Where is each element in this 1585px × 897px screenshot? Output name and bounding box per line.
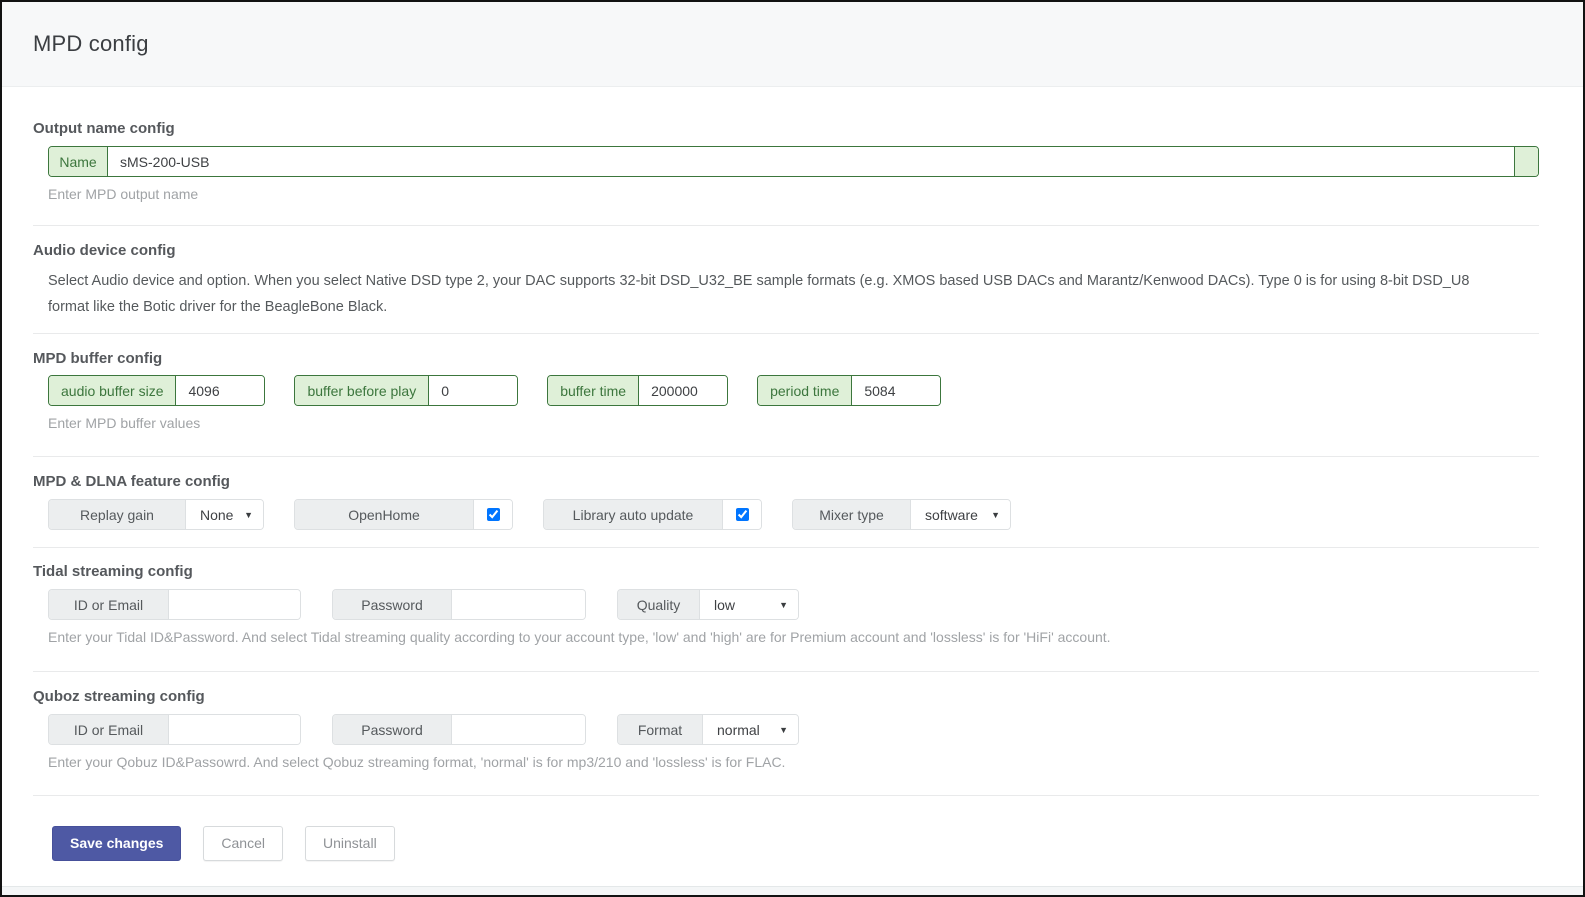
mixer-type-label: Mixer type [793,500,911,529]
cancel-button[interactable]: Cancel [203,826,283,861]
buffer-time-label: buffer time [548,376,639,405]
buffer-before-play-input[interactable] [429,376,517,405]
buffer-time-group: buffer time [547,375,728,406]
audio-buffer-size-label: audio buffer size [49,376,176,405]
qobuz-id-input[interactable] [169,715,300,744]
output-name-label: Name [49,147,108,176]
save-changes-button[interactable]: Save changes [52,826,181,861]
period-time-input[interactable] [852,376,940,405]
chevron-down-icon: ▼ [779,600,788,610]
qobuz-format-selected-value: normal [717,722,760,738]
mixer-type-selected-value: software [925,507,978,523]
tidal-id-label: ID or Email [49,590,169,619]
tidal-quality-select[interactable]: low ▼ [700,590,798,619]
replay-gain-group: Replay gain None ▼ [48,499,264,530]
section-output-name: Output name config Name Enter MPD output… [33,87,1539,225]
tidal-password-group: Password [332,589,586,620]
openhome-label: OpenHome [295,500,474,529]
qobuz-help: Enter your Qobuz ID&Passowrd. And select… [48,753,1539,771]
openhome-group: OpenHome [294,499,513,530]
tidal-quality-selected-value: low [714,597,735,613]
chevron-down-icon: ▼ [991,510,1000,520]
buffer-time-input[interactable] [639,376,727,405]
tidal-help: Enter your Tidal ID&Password. And select… [48,628,1539,646]
audio-buffer-size-group: audio buffer size [48,375,265,406]
section-heading-output-name: Output name config [33,120,1539,138]
qobuz-id-group: ID or Email [48,714,301,745]
page-footer [2,886,1583,895]
tidal-password-label: Password [333,590,452,619]
section-heading-mpd-buffer: MPD buffer config [33,350,1539,368]
section-tidal: Tidal streaming config ID or Email Passw… [33,548,1539,671]
library-auto-update-label: Library auto update [544,500,723,529]
section-divider [33,795,1539,796]
section-heading-qobuz: Quboz streaming config [33,688,1539,706]
chevron-down-icon: ▼ [779,725,788,735]
page-header: MPD config [2,2,1583,87]
openhome-checkbox[interactable] [487,508,500,521]
tidal-quality-label: Quality [618,590,700,619]
qobuz-password-group: Password [332,714,586,745]
section-qobuz: Quboz streaming config ID or Email Passw… [33,672,1539,795]
output-name-input[interactable] [108,147,1514,176]
output-name-group: Name [48,146,1539,177]
audio-buffer-size-input[interactable] [176,376,264,405]
page-title: MPD config [33,31,149,57]
config-form: Output name config Name Enter MPD output… [2,87,1583,886]
qobuz-format-label: Format [618,715,703,744]
period-time-label: period time [758,376,852,405]
section-heading-features: MPD & DLNA feature config [33,473,1539,491]
library-auto-update-checkbox-addon [723,500,761,529]
library-auto-update-checkbox[interactable] [736,508,749,521]
library-auto-update-group: Library auto update [543,499,762,530]
chevron-down-icon: ▼ [244,510,253,520]
section-heading-tidal: Tidal streaming config [33,563,1539,581]
tidal-id-input[interactable] [169,590,300,619]
mixer-type-select[interactable]: software ▼ [911,500,1010,529]
mixer-type-group: Mixer type software ▼ [792,499,1011,530]
mpd-buffer-help: Enter MPD buffer values [48,414,1539,432]
qobuz-password-label: Password [333,715,452,744]
period-time-group: period time [757,375,941,406]
tidal-quality-group: Quality low ▼ [617,589,799,620]
uninstall-button[interactable]: Uninstall [305,826,395,861]
audio-device-description: Select Audio device and option. When you… [48,268,1539,320]
output-name-help: Enter MPD output name [48,185,1539,203]
qobuz-format-group: Format normal ▼ [617,714,799,745]
replay-gain-selected-value: None [200,507,233,523]
buffer-before-play-group: buffer before play [294,375,518,406]
output-name-right-addon [1514,147,1538,176]
qobuz-id-label: ID or Email [49,715,169,744]
section-audio-device: Audio device config Select Audio device … [33,226,1539,333]
section-heading-audio-device: Audio device config [33,242,1539,260]
qobuz-format-select[interactable]: normal ▼ [703,715,798,744]
section-features: MPD & DLNA feature config Replay gain No… [33,457,1539,547]
openhome-checkbox-addon [474,500,512,529]
section-mpd-buffer: MPD buffer config audio buffer size buff… [33,334,1539,456]
mpd-config-page: MPD config Output name config Name Enter… [0,0,1585,897]
action-buttons: Save changes Cancel Uninstall [52,826,1539,861]
replay-gain-select[interactable]: None ▼ [186,500,263,529]
buffer-before-play-label: buffer before play [295,376,429,405]
replay-gain-label: Replay gain [49,500,186,529]
tidal-id-group: ID or Email [48,589,301,620]
tidal-password-input[interactable] [452,590,585,619]
qobuz-password-input[interactable] [452,715,585,744]
